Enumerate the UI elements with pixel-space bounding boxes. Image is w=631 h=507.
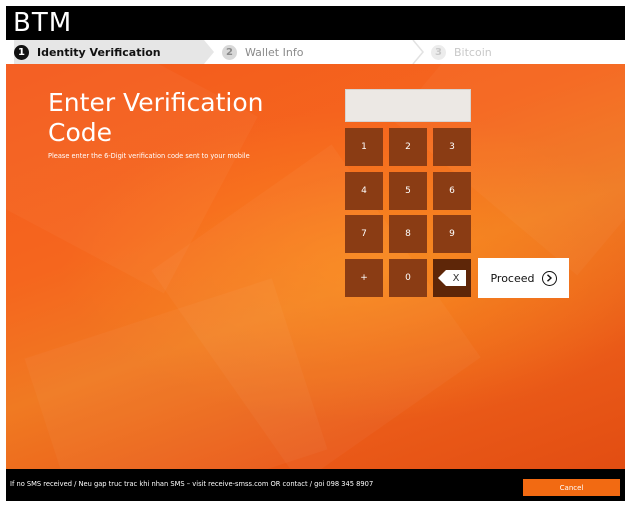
step-chevron — [412, 40, 424, 64]
key-6[interactable]: 6 — [433, 172, 471, 210]
step-number-3: 3 — [431, 44, 446, 60]
key-3[interactable]: 3 — [433, 128, 471, 166]
key-5[interactable]: 5 — [389, 172, 427, 210]
step-label: Identity Verification — [37, 45, 161, 59]
step-number-2: 2 — [222, 44, 237, 60]
key-9[interactable]: 9 — [433, 215, 471, 253]
key-plus[interactable]: + — [345, 259, 383, 297]
cancel-button[interactable]: Cancel — [523, 479, 620, 496]
step-number-1: 1 — [14, 44, 29, 60]
step-chevron — [204, 40, 214, 64]
backspace-icon: X — [438, 270, 466, 286]
proceed-button[interactable]: Proceed — [478, 258, 569, 298]
numeric-keypad: 1 2 3 4 5 6 7 8 9 + 0 X — [345, 128, 471, 298]
key-1[interactable]: 1 — [345, 128, 383, 166]
step-label: Wallet Info — [245, 45, 304, 59]
backspace-label: X — [446, 270, 466, 286]
step-bitcoin: 3 Bitcoin — [431, 40, 621, 64]
chevron-right-circle-icon — [541, 270, 557, 286]
proceed-label: Proceed — [490, 271, 535, 285]
key-0[interactable]: 0 — [389, 259, 427, 297]
step-label: Bitcoin — [454, 45, 492, 59]
key-2[interactable]: 2 — [389, 128, 427, 166]
key-4[interactable]: 4 — [345, 172, 383, 210]
step-identity-verification: 1 Identity Verification — [14, 40, 204, 64]
kiosk-screen: BTM 1 Identity Verification 2 Wallet Inf… — [6, 6, 625, 501]
app-title: BTM — [13, 8, 73, 38]
verification-code-field[interactable] — [345, 89, 471, 122]
key-7[interactable]: 7 — [345, 215, 383, 253]
support-text: If no SMS received / Neu gap truc trac k… — [10, 480, 374, 488]
progress-steps: 1 Identity Verification 2 Wallet Info 3 … — [6, 40, 625, 64]
backspace-button[interactable]: X — [433, 259, 471, 297]
footer-bar: If no SMS received / Neu gap truc trac k… — [6, 469, 625, 501]
step-wallet-info: 2 Wallet Info — [222, 40, 412, 64]
main-panel: Enter Verification Code Please enter the… — [6, 64, 625, 469]
header-bar: BTM — [6, 6, 625, 40]
instruction-text: Please enter the 6-Digit verification co… — [48, 152, 250, 160]
page-title: Enter Verification Code — [48, 88, 264, 147]
key-8[interactable]: 8 — [389, 215, 427, 253]
